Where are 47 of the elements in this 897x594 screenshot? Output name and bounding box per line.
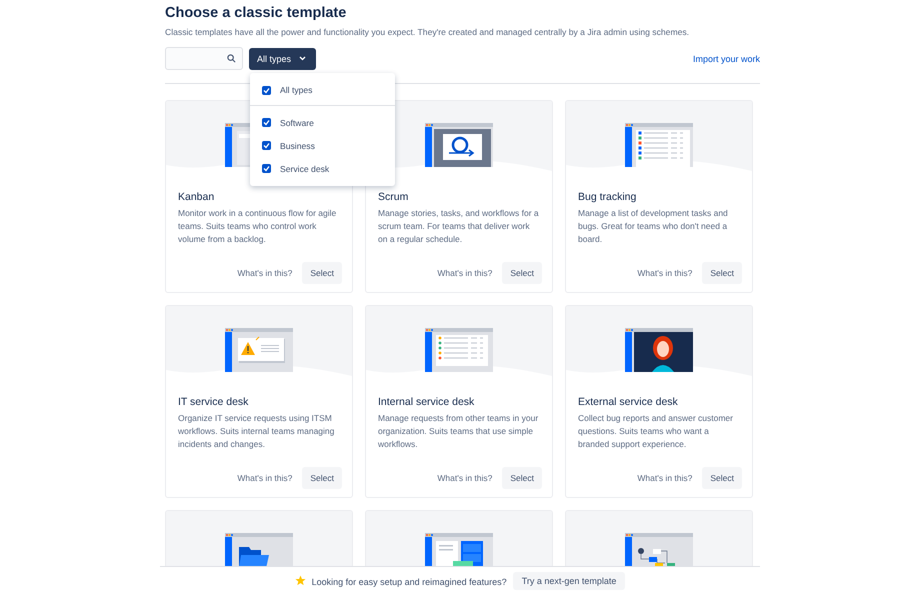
warning-window-drawing xyxy=(225,328,293,372)
whats-in-this-button[interactable]: What's in this? xyxy=(631,469,698,487)
template-description: Collect bug reports and answer customer questions. Suits teams who want a branded support experience. xyxy=(578,412,734,451)
list-window-drawing xyxy=(425,328,493,372)
option-label[interactable]: Service desk xyxy=(280,164,330,174)
checkbox[interactable] xyxy=(262,86,271,94)
template-description: Manage stories, tasks, and workflows for a scrum team. For teams that deliver work on a regular schedule. xyxy=(378,207,540,246)
template-title: Bug tracking xyxy=(578,191,638,203)
next-gen-button[interactable]: Try a next-gen template xyxy=(512,572,626,590)
footer-message: Looking for easy setup and reimagined features? xyxy=(312,577,507,587)
option-label[interactable]: Software xyxy=(280,118,314,128)
checkbox[interactable] xyxy=(262,164,271,173)
list-window-drawing xyxy=(625,123,693,167)
whats-in-this-button[interactable]: What's in this? xyxy=(431,264,498,282)
select-button[interactable]: Select xyxy=(502,467,542,489)
whats-in-this-button[interactable]: What's in this? xyxy=(631,264,698,282)
loop-window-drawing xyxy=(425,123,493,167)
template-title: External service desk xyxy=(578,396,679,408)
template-description: Manage requests from other teams in your organization. Suits teams that use simple workflows. xyxy=(378,412,540,451)
whats-in-this-button[interactable]: What's in this? xyxy=(431,469,498,487)
template-title: Scrum xyxy=(378,191,410,203)
template-description: Organize IT service requests using ITSM workflows. Suits internal teams managing incidents and changes. xyxy=(178,412,336,451)
template-title: IT service desk xyxy=(178,396,250,408)
select-button[interactable]: Select xyxy=(702,467,742,489)
page-heading: Choose a classic template xyxy=(165,5,348,21)
template-description: Monitor work in a continuous flow for agile teams. Suits teams who control work volume from a backlog. xyxy=(178,207,338,246)
import-link[interactable]: Import your work xyxy=(692,54,760,64)
type-filter-dropdown[interactable]: All types xyxy=(249,48,316,70)
option-label[interactable]: Business xyxy=(280,140,315,150)
template-title: Kanban xyxy=(178,191,216,203)
search-icon xyxy=(227,54,236,63)
star-icon xyxy=(294,575,306,586)
select-button[interactable]: Select xyxy=(302,262,342,284)
option-label[interactable]: All types xyxy=(280,85,312,95)
checkbox[interactable] xyxy=(262,141,271,150)
select-button[interactable]: Select xyxy=(502,262,542,284)
search-field[interactable] xyxy=(165,47,243,70)
person-window-drawing xyxy=(625,328,693,372)
select-button[interactable]: Select xyxy=(702,262,742,284)
whats-in-this-button[interactable]: What's in this? xyxy=(231,264,298,282)
caret-icon xyxy=(299,56,306,61)
select-button[interactable]: Select xyxy=(302,467,342,489)
checkbox[interactable] xyxy=(262,118,271,127)
whats-in-this-button[interactable]: What's in this? xyxy=(231,469,298,487)
template-title: Internal service desk xyxy=(378,396,476,408)
template-description: Manage a list of development tasks and bugs. Great for teams who don't need a board. xyxy=(578,207,729,246)
page-description: Classic templates have all the power and functionality you expect. They're created and managed centrally by a Jira admin using schemes. xyxy=(165,27,690,37)
